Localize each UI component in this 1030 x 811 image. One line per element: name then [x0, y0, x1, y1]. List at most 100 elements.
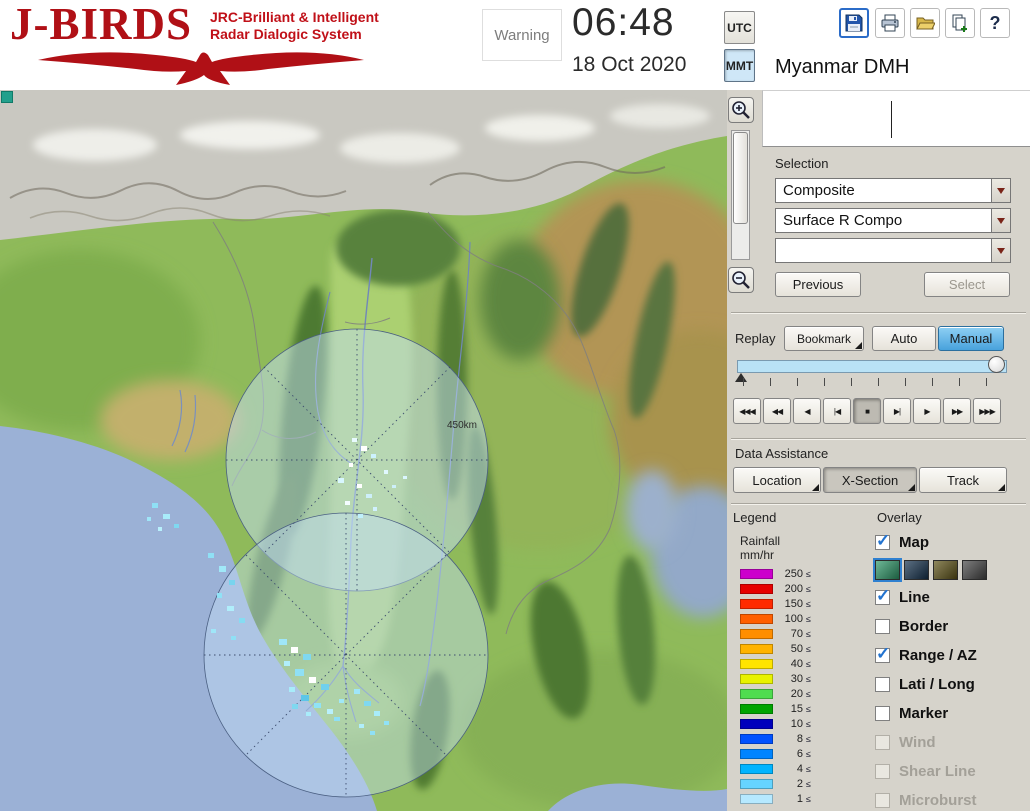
step-forward-button[interactable]: ▶|: [883, 398, 911, 424]
microburst-checkbox[interactable]: [875, 793, 890, 808]
legend-lte: ≤: [806, 733, 811, 744]
manual-button[interactable]: Manual: [938, 326, 1004, 351]
skip-to-end-button[interactable]: ▶▶▶: [973, 398, 1001, 424]
legend-value: 40: [790, 657, 803, 670]
map-checkbox[interactable]: [875, 531, 890, 551]
logo-subtitle: JRC-Brilliant & Intelligent Radar Dialog…: [210, 9, 379, 43]
legend-row: 6 ≤: [740, 746, 811, 761]
composite-dropdown[interactable]: Composite: [775, 178, 1011, 203]
legend-row: 2 ≤: [740, 776, 811, 791]
play-reverse-button[interactable]: ◀: [793, 398, 821, 424]
dropdown-arrow-button[interactable]: [991, 209, 1010, 232]
legend-color-swatch: [740, 763, 773, 774]
overlay-item-label: Microburst: [899, 792, 977, 809]
select-button[interactable]: Select: [924, 272, 1010, 297]
dropdown-arrow-button[interactable]: [991, 179, 1010, 202]
x-section-button[interactable]: X-Section: [823, 467, 917, 493]
fast-rewind-button[interactable]: ◀◀: [763, 398, 791, 424]
step-back-button[interactable]: |◀: [823, 398, 851, 424]
track-button[interactable]: Track: [919, 467, 1007, 493]
print-button[interactable]: [875, 8, 905, 38]
shear-line-checkbox[interactable]: [875, 764, 890, 779]
skip-to-start-button[interactable]: ◀◀◀: [733, 398, 761, 424]
legend-value: 100: [784, 612, 803, 625]
marker-checkbox[interactable]: [875, 706, 890, 721]
line-checkbox[interactable]: [875, 586, 890, 606]
message-input[interactable]: [762, 90, 1030, 147]
zoom-in-button[interactable]: [728, 97, 754, 123]
lati-long-checkbox[interactable]: [875, 677, 890, 692]
overlay-item-line: Line: [875, 583, 1027, 612]
legend-label: Legend: [733, 510, 777, 525]
legend-value: 150: [784, 597, 803, 610]
map-style-swatch-2[interactable]: [904, 560, 929, 580]
legend-value: 200: [784, 582, 803, 595]
legend-color-swatch: [740, 778, 773, 789]
wind-checkbox[interactable]: [875, 735, 890, 750]
legend-lte: ≤: [806, 643, 811, 654]
map-style-swatch-1[interactable]: [873, 558, 902, 582]
legend-row: 4 ≤: [740, 761, 811, 776]
location-button[interactable]: Location: [733, 467, 821, 493]
legend-lte: ≤: [806, 793, 811, 804]
zoom-out-button[interactable]: [728, 267, 754, 293]
save-button[interactable]: [839, 8, 869, 38]
legend-row: 8 ≤: [740, 731, 811, 746]
border-checkbox[interactable]: [875, 619, 890, 634]
play-button[interactable]: ▶: [913, 398, 941, 424]
warning-button[interactable]: Warning: [482, 9, 562, 61]
utc-button[interactable]: UTC: [724, 11, 755, 44]
selection-label: Selection: [775, 156, 829, 171]
legend-color-swatch: [740, 658, 773, 669]
radar-map[interactable]: 450km: [0, 90, 790, 811]
replay-timeline-slider[interactable]: [737, 360, 1007, 373]
export-button[interactable]: [945, 8, 975, 38]
product-dropdown[interactable]: Surface R Compo: [775, 208, 1011, 233]
map-style-options: [873, 557, 1027, 583]
radar-range-rings: 450km: [203, 328, 489, 798]
legend-unit-line1: Rainfall: [740, 534, 781, 548]
range-az-checkbox[interactable]: [875, 644, 890, 664]
legend-row: 30 ≤: [740, 671, 811, 686]
legend-color-swatch: [740, 703, 773, 714]
auto-button[interactable]: Auto: [872, 326, 936, 351]
legend-lte: ≤: [806, 748, 811, 759]
overlay-item-range-az: Range / AZ: [875, 641, 1027, 670]
export-icon: [952, 14, 967, 32]
help-button[interactable]: ?: [980, 8, 1010, 38]
dropdown-arrow-button[interactable]: [991, 239, 1010, 262]
legend-color-swatch: [740, 718, 773, 729]
legend-lte: ≤: [806, 568, 811, 579]
open-folder-button[interactable]: [910, 8, 940, 38]
map-area[interactable]: 450km: [0, 90, 790, 811]
map-style-swatch-3[interactable]: [933, 560, 958, 580]
chevron-down-icon: [997, 217, 1005, 224]
chevron-down-icon: [997, 247, 1005, 254]
zoom-out-icon: [732, 271, 750, 289]
option-dropdown[interactable]: [775, 238, 1011, 263]
text-cursor: [891, 101, 892, 138]
legend-value: 30: [790, 672, 803, 685]
stop-button[interactable]: ■: [853, 398, 881, 424]
replay-timeline-thumb[interactable]: [988, 356, 1005, 373]
bookmark-button[interactable]: Bookmark: [784, 326, 864, 351]
overlay-item-label: Border: [899, 618, 949, 635]
mmt-button[interactable]: MMT: [724, 49, 755, 82]
legend-lte: ≤: [806, 688, 811, 699]
legend-value: 1: [796, 792, 803, 805]
fast-forward-button[interactable]: ▶▶: [943, 398, 971, 424]
legend-value: 6: [796, 747, 803, 760]
legend-value: 10: [790, 717, 803, 730]
overlay-item-label: Lati / Long: [899, 676, 975, 693]
legend-color-swatch: [740, 688, 773, 699]
legend-row: 40 ≤: [740, 656, 811, 671]
zoom-slider[interactable]: [731, 130, 750, 260]
map-style-swatch-4[interactable]: [962, 560, 987, 580]
legend-value: 70: [790, 627, 803, 640]
legend-lte: ≤: [806, 673, 811, 684]
zoom-slider-thumb[interactable]: [733, 132, 748, 224]
legend-row: 15 ≤: [740, 701, 811, 716]
data-assistance-label: Data Assistance: [735, 446, 829, 461]
previous-button[interactable]: Previous: [775, 272, 861, 297]
clock-time: 06:48: [572, 1, 675, 44]
